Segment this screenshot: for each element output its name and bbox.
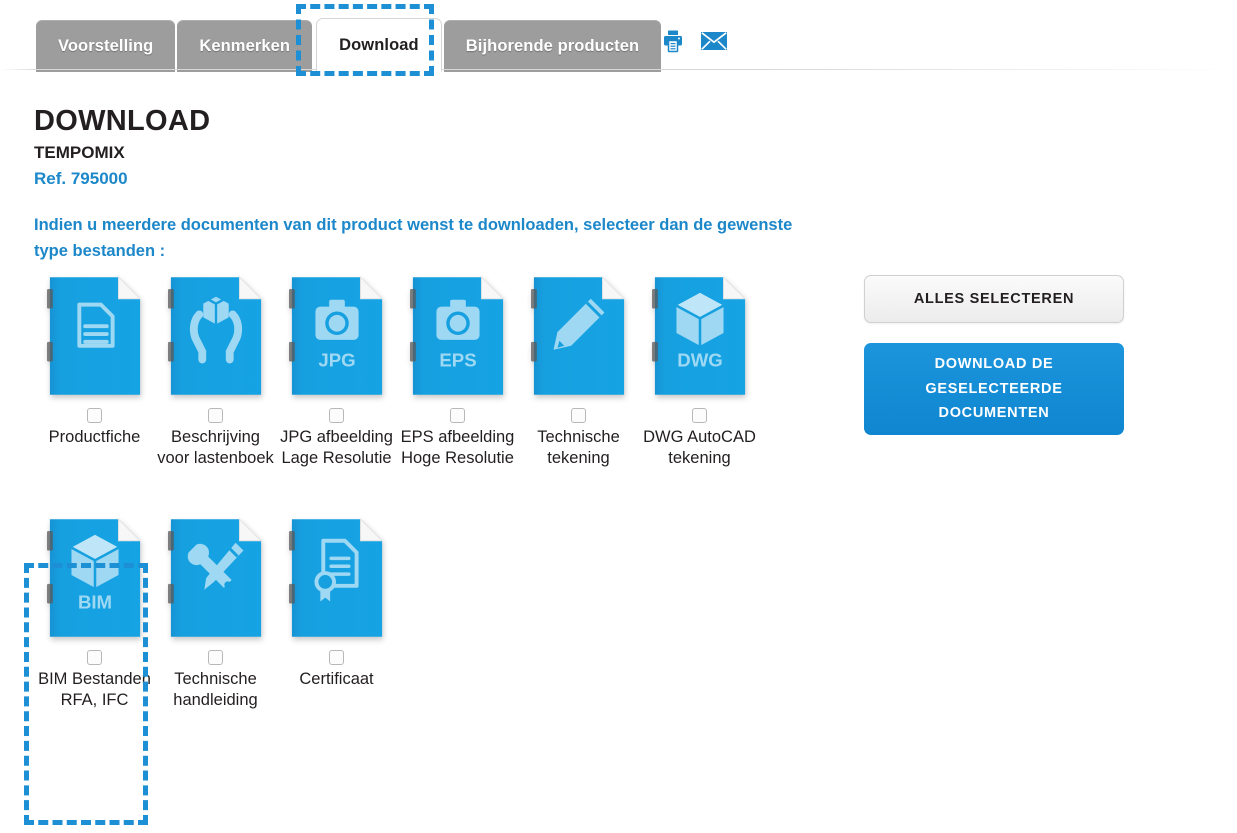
hands-cube-document-icon[interactable] [167, 275, 265, 397]
document-row2-checkbox-0[interactable] [87, 649, 102, 665]
checkbox-wrap [208, 406, 223, 424]
document-row2-cell-2: Certificaat [276, 517, 397, 711]
select-all-button[interactable]: ALLES SELECTEREN [864, 275, 1124, 323]
main-content: DOWNLOAD TEMPOMIX Ref. 795000 Indien u m… [0, 70, 1237, 833]
document-cell-0: Productfiche [34, 275, 155, 469]
product-name: TEMPOMIX [34, 143, 125, 162]
checkbox-wrap [329, 406, 344, 424]
document-row2-checkbox-2[interactable] [329, 649, 344, 665]
page-title: DOWNLOAD [34, 105, 211, 137]
document-row2-label-1: Technische handleiding [173, 670, 258, 710]
certificate-document-icon[interactable] [288, 517, 386, 639]
tools-document-icon[interactable] [167, 517, 265, 639]
document-label-5: DWG AutoCAD tekening [643, 428, 756, 468]
tab-label: Kenmerken [199, 36, 291, 55]
document-row2-label-2: Certificaat [299, 670, 374, 689]
print-icon[interactable] [660, 28, 686, 54]
document-cell-3: EPS EPS afbeelding Hoge Resolutie [397, 275, 518, 469]
document-label-3: EPS afbeelding Hoge Resolutie [400, 428, 515, 468]
tab-bar: Voorstelling Kenmerken Download Bijhoren… [0, 0, 1237, 72]
cube-document-icon[interactable]: DWG [651, 275, 749, 397]
svg-text:EPS: EPS [439, 349, 476, 370]
tab-voorstelling[interactable]: Voorstelling [36, 20, 176, 72]
document-checkbox-2[interactable] [329, 407, 344, 423]
document-grid: Productfiche Beschrijving voor lastenboek… [34, 275, 794, 711]
checkbox-wrap [450, 406, 465, 424]
document-label-2: JPG afbeelding Lage Resolutie [280, 428, 393, 468]
document-row2-cell-1: Technische handleiding [155, 517, 276, 711]
document-label-4: Technische tekening [537, 428, 620, 468]
tab-bijhorende-producten[interactable]: Bijhorende producten [443, 20, 662, 72]
document-document-icon[interactable] [46, 275, 144, 397]
tab-bar-tools [660, 28, 728, 54]
pencil-document-icon[interactable] [530, 275, 628, 397]
page-root: Voorstelling Kenmerken Download Bijhoren… [0, 0, 1237, 833]
svg-text:BIM: BIM [77, 592, 111, 613]
tab-download[interactable]: Download [316, 18, 442, 72]
checkbox-wrap [87, 648, 102, 666]
checkbox-wrap [692, 406, 707, 424]
document-row-2: BIM BIM Bestanden RFA, IFC Technische hand… [34, 517, 794, 711]
svg-text:DWG: DWG [677, 349, 722, 370]
tab-label: Bijhorende producten [465, 36, 640, 55]
download-selected-button[interactable]: DOWNLOAD DE GESELECTEERDE DOCUMENTEN [864, 343, 1124, 435]
document-checkbox-5[interactable] [692, 407, 707, 423]
document-row-1: Productfiche Beschrijving voor lastenboek… [34, 275, 794, 469]
camera-document-icon[interactable]: EPS [409, 275, 507, 397]
cube-document-icon[interactable]: BIM [46, 517, 144, 639]
email-icon[interactable] [700, 30, 728, 52]
action-panel: ALLES SELECTEREN DOWNLOAD DE GESELECTEER… [864, 275, 1128, 435]
intro-text: Indien u meerdere documenten van dit pro… [34, 216, 793, 260]
document-checkbox-1[interactable] [208, 407, 223, 423]
tab-label: Download [339, 35, 419, 54]
svg-text:JPG: JPG [318, 349, 355, 370]
document-cell-1: Beschrijving voor lastenboek [155, 275, 276, 469]
document-checkbox-4[interactable] [571, 407, 586, 423]
document-cell-4: Technische tekening [518, 275, 639, 469]
tab-label: Voorstelling [58, 36, 154, 55]
checkbox-wrap [329, 648, 344, 666]
document-cell-5: DWG DWG AutoCAD tekening [639, 275, 760, 469]
checkbox-wrap [208, 648, 223, 666]
camera-document-icon[interactable]: JPG [288, 275, 386, 397]
document-row2-cell-0: BIM BIM Bestanden RFA, IFC [34, 517, 155, 711]
document-checkbox-3[interactable] [450, 407, 465, 423]
document-label-1: Beschrijving voor lastenboek [157, 428, 274, 468]
document-row2-checkbox-1[interactable] [208, 649, 223, 665]
document-label-0: Productfiche [48, 428, 141, 446]
document-checkbox-0[interactable] [87, 407, 102, 423]
checkbox-wrap [571, 406, 586, 424]
document-cell-2: JPG JPG afbeelding Lage Resolutie [276, 275, 397, 469]
tab-kenmerken[interactable]: Kenmerken [177, 20, 313, 72]
product-reference: Ref. 795000 [34, 169, 128, 188]
checkbox-wrap [87, 406, 102, 424]
document-row2-label-0: BIM Bestanden RFA, IFC [38, 670, 151, 710]
tab-list: Voorstelling Kenmerken Download Bijhoren… [36, 18, 663, 72]
